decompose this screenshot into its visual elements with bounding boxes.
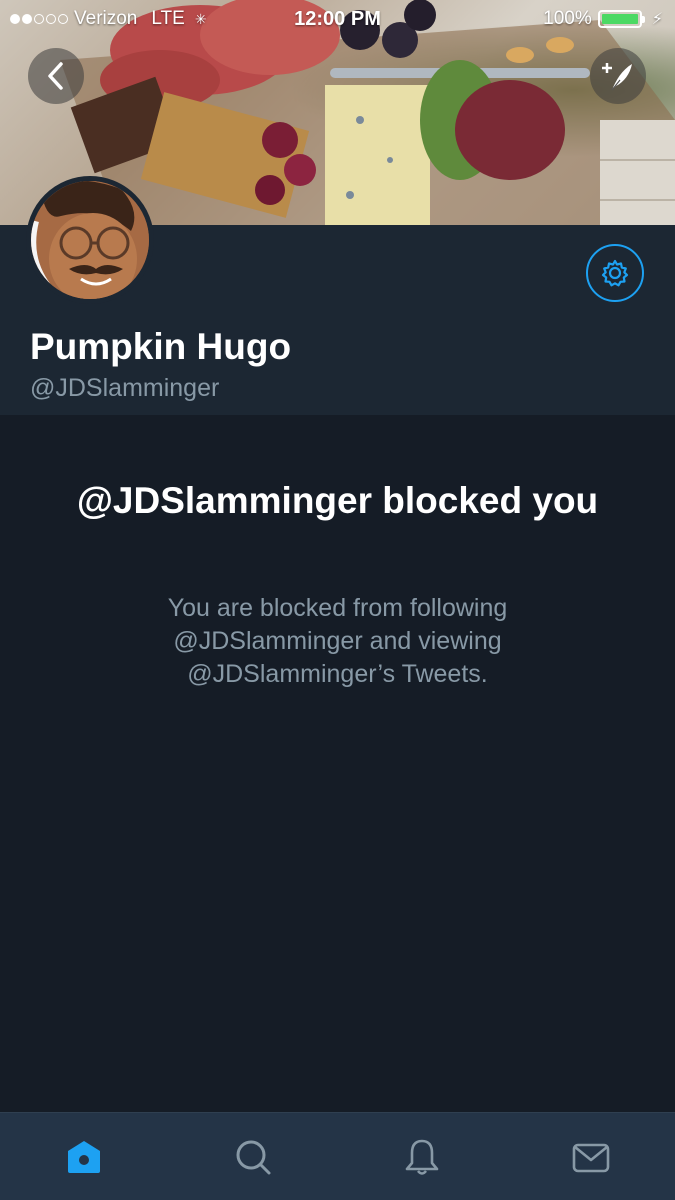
search-icon [236, 1140, 271, 1175]
profile-handle: @JDSlamminger [30, 374, 220, 402]
compose-tweet-button[interactable] [590, 48, 646, 104]
blocked-message: You are blocked from following @JDSlammi… [167, 594, 508, 688]
profile-settings-button[interactable] [586, 244, 644, 302]
avatar[interactable] [26, 176, 154, 304]
home-icon [68, 1141, 100, 1173]
tab-messages[interactable] [569, 1135, 613, 1179]
back-button[interactable] [28, 48, 84, 104]
notifications-bell-icon [405, 1139, 439, 1175]
battery-icon [597, 10, 645, 28]
bottom-tab-bar [0, 1112, 675, 1200]
messages-envelope-icon [572, 1143, 610, 1173]
battery-percent: 100% [543, 8, 592, 29]
charging-bolt-icon: ⚡ [651, 11, 663, 28]
tab-home[interactable] [62, 1135, 106, 1179]
status-bar: Verizon LTE ✳ 12:00 PM 100% ⚡ [0, 0, 675, 38]
chevron-left-icon [48, 62, 63, 90]
status-right: 100% ⚡ [543, 8, 663, 30]
battery-fill [601, 14, 638, 24]
profile-display-name: Pumpkin Hugo [30, 326, 292, 367]
tab-notifications[interactable] [400, 1135, 444, 1179]
blocked-title: @JDSlamminger blocked you [76, 480, 599, 521]
compose-quill-icon [602, 63, 632, 91]
avatar-illustration [31, 181, 149, 299]
tab-search[interactable] [231, 1135, 275, 1179]
gear-icon [601, 259, 629, 287]
